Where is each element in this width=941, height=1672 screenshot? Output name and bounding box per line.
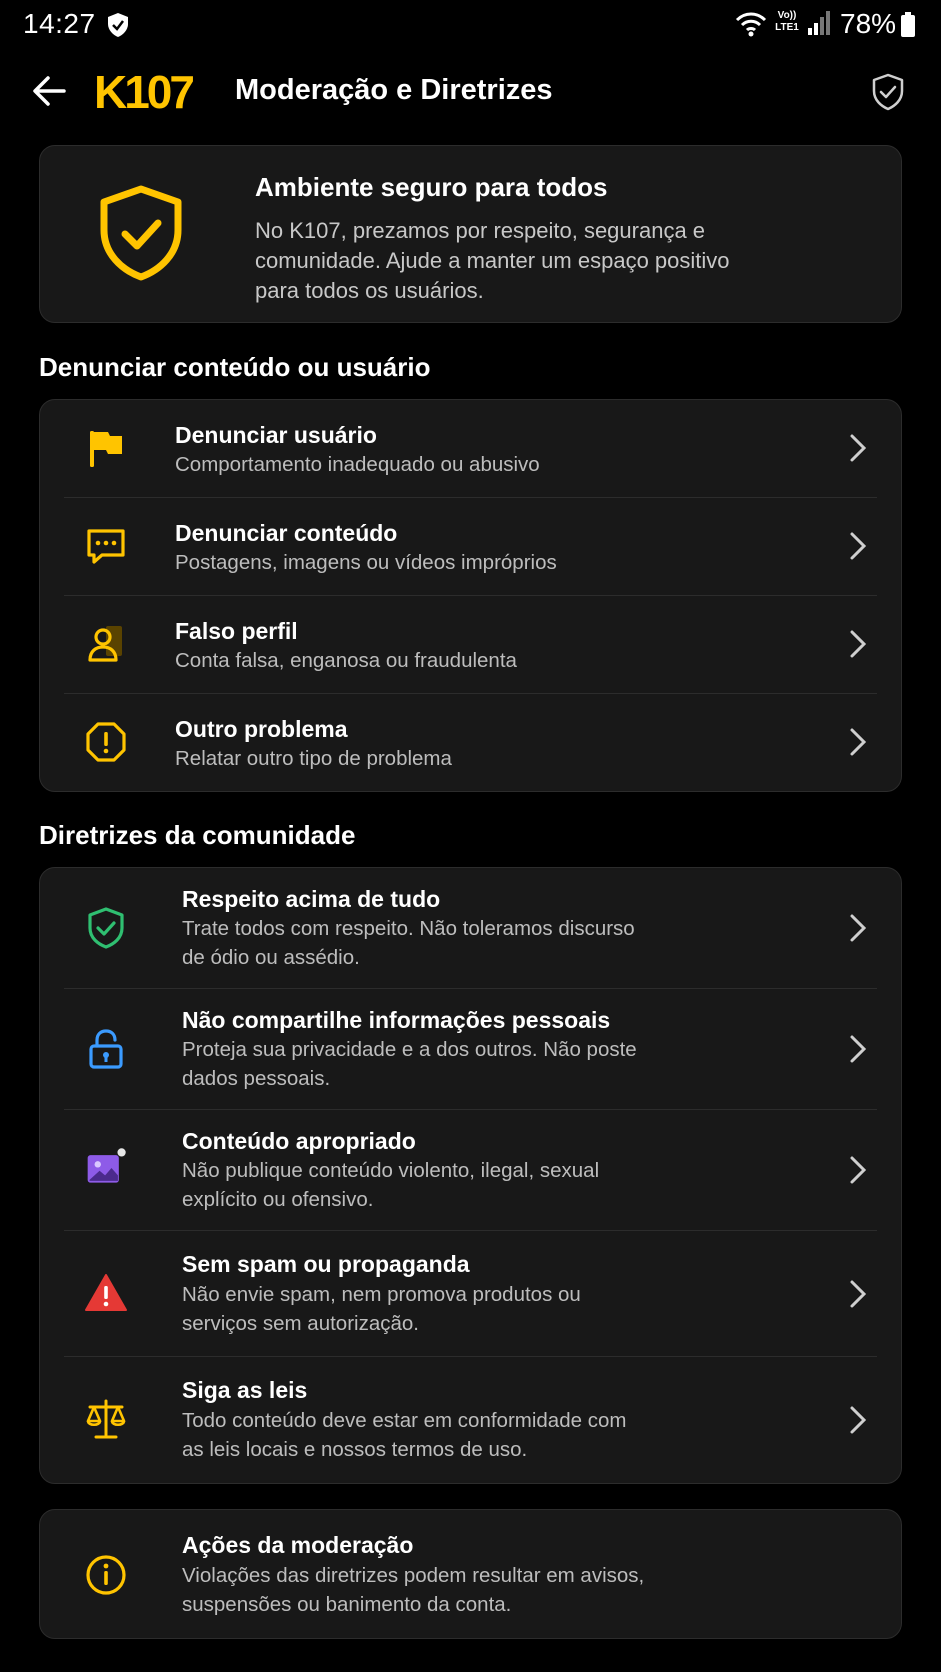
logo-text: K107	[94, 68, 193, 114]
moderation-subtitle-line-2: suspensões ou banimento da conta.	[182, 1593, 512, 1616]
chevron-right-icon	[850, 434, 867, 462]
warning-triangle-icon	[85, 1274, 127, 1311]
guideline-privacy-item[interactable]: Não compartilhe informações pessoais Pro…	[40, 989, 903, 1109]
shield-icon	[108, 13, 128, 37]
app-bar: K107 Moderação e Diretrizes	[0, 60, 941, 122]
info-icon	[86, 1555, 126, 1595]
volte-line-2: LTE1	[775, 22, 799, 33]
report-card: Denunciar usuário Comportamento inadequa…	[39, 399, 902, 792]
row-subtitle: Relatar outro tipo de problema	[175, 747, 452, 770]
flag-icon	[90, 431, 122, 467]
row-title: Falso perfil	[175, 618, 298, 644]
chevron-right-icon	[850, 1035, 867, 1063]
row-subtitle-line-2: dados pessoais.	[182, 1067, 331, 1090]
battery-percent: 78%	[840, 8, 897, 39]
chevron-right-icon	[850, 532, 867, 560]
volte-indicator: Vo)) LTE1	[772, 10, 802, 34]
row-title: Respeito acima de tudo	[182, 886, 441, 912]
row-subtitle-line-1: Não publique conteúdo violento, ilegal, …	[182, 1159, 600, 1182]
row-title: Outro problema	[175, 716, 348, 742]
chevron-right-icon	[850, 1406, 867, 1434]
row-subtitle-line-1: Não envie spam, nem promova produtos ou	[182, 1283, 581, 1306]
report-section-title: Denunciar conteúdo ou usuário	[39, 352, 431, 382]
row-subtitle: Comportamento inadequado ou abusivo	[175, 453, 540, 476]
chevron-right-icon	[850, 630, 867, 658]
guideline-respect-item[interactable]: Respeito acima de tudo Trate todos com r…	[40, 868, 903, 988]
shield-check-icon[interactable]	[870, 72, 906, 112]
moderation-title: Ações da moderação	[182, 1532, 414, 1558]
volte-line-1: Vo))	[777, 10, 797, 21]
row-title: Siga as leis	[182, 1377, 308, 1403]
back-arrow-icon[interactable]	[30, 74, 68, 108]
row-title: Não compartilhe informações pessoais	[182, 1007, 611, 1033]
lock-icon	[89, 1029, 123, 1069]
moderation-subtitle-line-1: Violações das diretrizes podem resultar …	[182, 1564, 645, 1587]
row-subtitle: Postagens, imagens ou vídeos impróprios	[175, 551, 557, 574]
row-subtitle-line-2: as leis locais e nossos termos de uso.	[182, 1438, 528, 1461]
row-subtitle-line-1: Proteja sua privacidade e a dos outros. …	[182, 1038, 637, 1061]
row-title: Sem spam ou propaganda	[182, 1251, 470, 1277]
hero-text: No K107, prezamos por respeito, seguranç…	[255, 218, 730, 303]
guideline-follow-laws-item[interactable]: Siga as leis Todo conteúdo deve estar em…	[40, 1357, 903, 1484]
signal-icon	[808, 11, 830, 35]
shield-check-icon	[88, 907, 124, 949]
image-icon	[87, 1148, 126, 1183]
row-subtitle-line-1: Todo conteúdo deve estar em conformidade…	[182, 1409, 627, 1432]
chat-bubble-icon	[87, 529, 125, 564]
status-bar: 14:27 Vo)) LTE1 78%	[0, 0, 941, 50]
user-card-icon	[88, 626, 122, 662]
hero-title: Ambiente seguro para todos	[255, 172, 608, 202]
scales-icon	[86, 1399, 126, 1439]
row-title: Denunciar usuário	[175, 422, 377, 448]
row-subtitle-line-2: explícito ou ofensivo.	[182, 1188, 374, 1211]
status-time: 14:27	[23, 8, 96, 39]
wifi-icon	[735, 12, 767, 37]
guideline-no-spam-item[interactable]: Sem spam ou propaganda Não envie spam, n…	[40, 1231, 903, 1356]
chevron-right-icon	[850, 1280, 867, 1308]
row-subtitle-line-2: serviços sem autorização.	[182, 1312, 419, 1335]
alert-octagon-icon	[86, 722, 126, 762]
safe-environment-card: Ambiente seguro para todos No K107, prez…	[39, 145, 902, 323]
chevron-right-icon	[850, 728, 867, 756]
report-content-item[interactable]: Denunciar conteúdo Postagens, imagens ou…	[40, 498, 903, 595]
shield-check-icon	[100, 185, 182, 281]
row-subtitle-line-2: de ódio ou assédio.	[182, 946, 360, 969]
k107-logo: K107	[94, 68, 196, 114]
chevron-right-icon	[850, 1156, 867, 1184]
report-user-item[interactable]: Denunciar usuário Comportamento inadequa…	[40, 400, 903, 497]
page-title: Moderação e Diretrizes	[235, 74, 553, 106]
row-subtitle-line-1: Trate todos com respeito. Não toleramos …	[182, 917, 635, 940]
guidelines-section-title: Diretrizes da comunidade	[39, 820, 356, 850]
guideline-appropriate-content-item[interactable]: Conteúdo apropriado Não publique conteúd…	[40, 1110, 903, 1230]
moderation-actions-card: Ações da moderação Violações das diretri…	[39, 1509, 902, 1639]
battery-icon	[901, 12, 915, 37]
other-problem-item[interactable]: Outro problema Relatar outro tipo de pro…	[40, 694, 903, 792]
guidelines-card: Respeito acima de tudo Trate todos com r…	[39, 867, 902, 1484]
chevron-right-icon	[850, 914, 867, 942]
row-title: Denunciar conteúdo	[175, 520, 398, 546]
row-subtitle: Conta falsa, enganosa ou fraudulenta	[175, 649, 517, 672]
fake-profile-item[interactable]: Falso perfil Conta falsa, enganosa ou fr…	[40, 596, 903, 693]
row-title: Conteúdo apropriado	[182, 1128, 416, 1154]
